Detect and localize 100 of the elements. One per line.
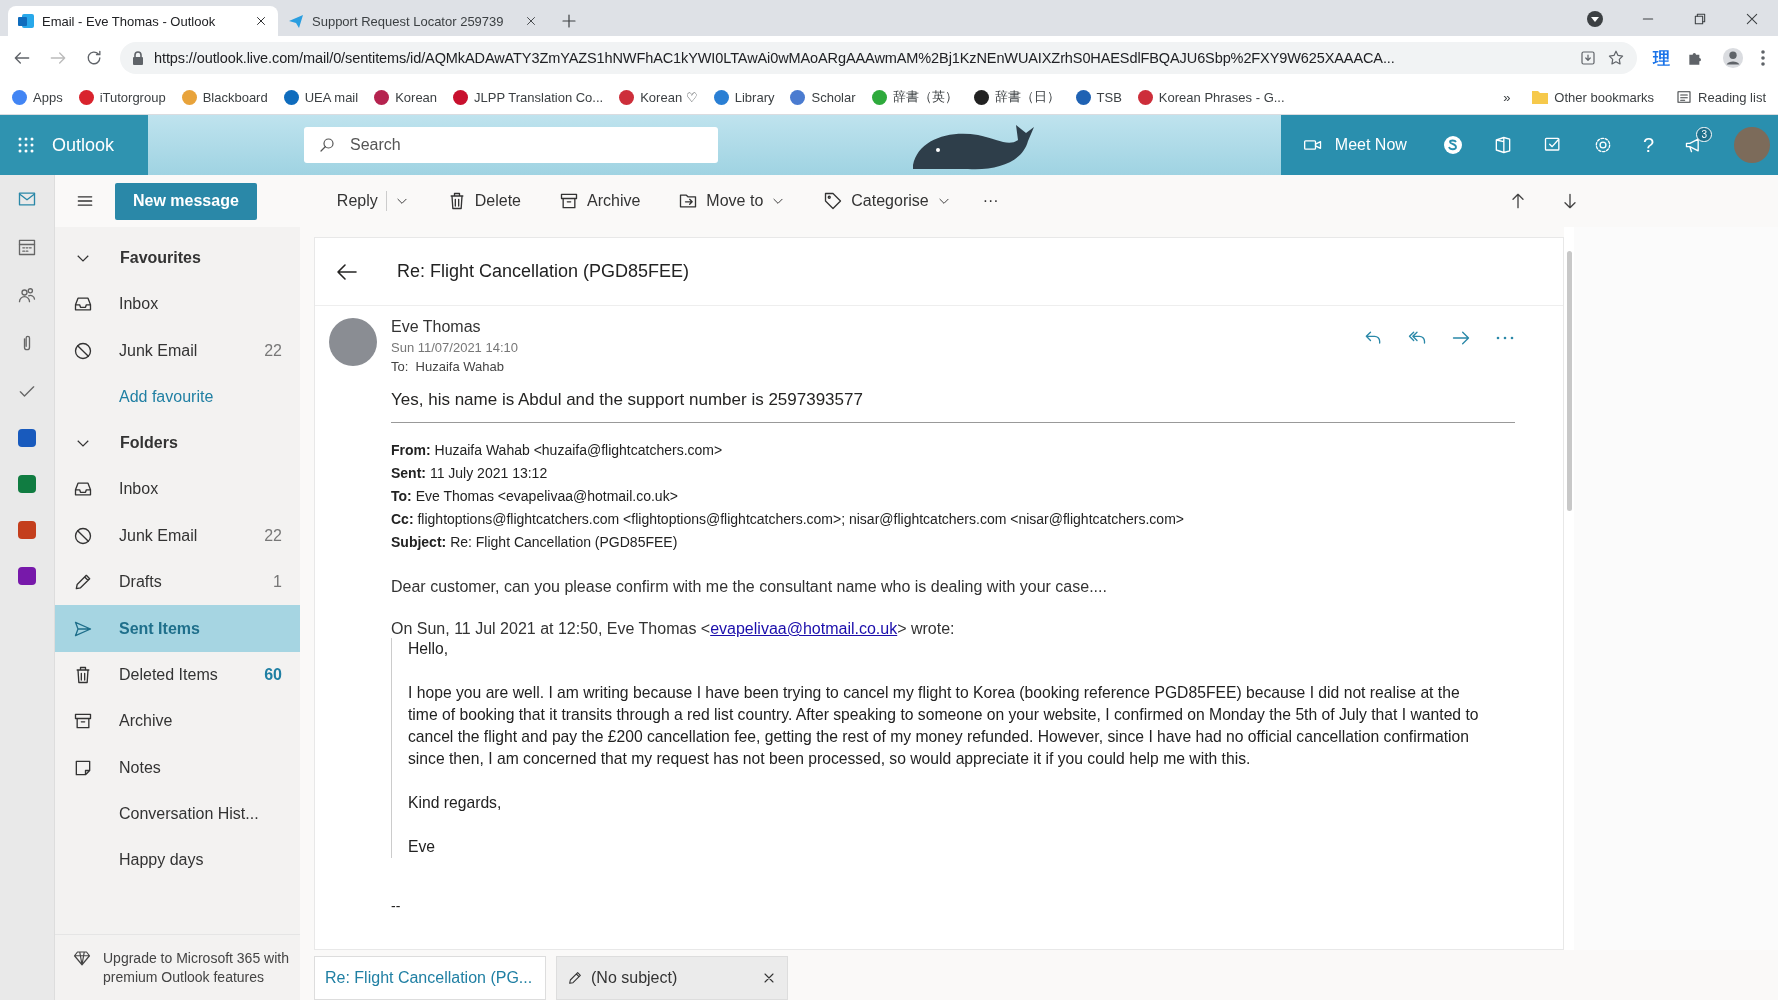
- message-tab[interactable]: (No subject): [556, 956, 788, 1000]
- bookmark-star-icon[interactable]: [1607, 49, 1625, 67]
- toolbar-button[interactable]: Delete: [440, 190, 527, 212]
- extension-button[interactable]: 理: [1653, 46, 1670, 70]
- folder-item[interactable]: Add favourite: [55, 373, 300, 421]
- folder-item[interactable]: Conversation Hist...: [55, 790, 300, 838]
- bookmark[interactable]: Korean ♡: [619, 89, 698, 105]
- quoted-paragraph: Kind regards,: [408, 793, 503, 813]
- profile-icon[interactable]: [1722, 47, 1744, 69]
- browser-tab[interactable]: Support Request Locator 259739: [278, 6, 548, 36]
- folder-item[interactable]: Sent Items: [55, 605, 300, 652]
- sent-date: Sun 11/07/2021 14:10: [391, 340, 518, 355]
- email-subject: Re: Flight Cancellation (PGD85FEE): [397, 261, 690, 282]
- header-line: Subject: Re: Flight Cancellation (PGD85FEE): [391, 533, 679, 552]
- quote-intro: On Sun, 11 Jul 2021 at 12:50, Eve Thomas <evapelivaa@hotmail.co.uk> wrote:: [391, 620, 956, 638]
- bookmark[interactable]: TSB: [1075, 89, 1122, 105]
- bookmark[interactable]: iTutorgroup: [78, 89, 166, 105]
- email-link[interactable]: evapelivaa@hotmail.co.uk: [710, 620, 898, 637]
- search-icon: [318, 136, 336, 154]
- blocked-icon: [73, 525, 93, 546]
- header-line: From: Huzaifa Wahab <huzaifa@flightcatchers.com>: [391, 441, 724, 460]
- bookmark[interactable]: 辞書（英）: [871, 88, 958, 106]
- search-field[interactable]: Search: [304, 127, 718, 163]
- close-icon[interactable]: [254, 14, 268, 28]
- app-icon[interactable]: [18, 475, 36, 493]
- bookmark[interactable]: UEA mail: [283, 89, 359, 105]
- folder-item[interactable]: Junk Email 22: [55, 327, 300, 374]
- paper-plane-icon: [288, 13, 304, 29]
- address-bar[interactable]: https://outlook.live.com/mail/0/sentitems/id/AQMkADAwATY3ZmYAZS1hNWFhAC1kYWI0LTAwAi0wMAoARgAAAwmAM%2Bj1KzNEnWUAIXZrhS0HAESdlFBQAJU6Sbp%2FXY9W625XAAACA...: [120, 42, 1637, 74]
- blocked-icon: [73, 340, 93, 361]
- app-launcher-icon[interactable]: [18, 137, 34, 153]
- notification-badge: 3: [1696, 127, 1712, 142]
- reply-text: Yes, his name is Abdul and the support number is 2597393577: [391, 374, 1515, 423]
- calendar-icon[interactable]: [17, 237, 37, 257]
- folder-item[interactable]: Drafts 1: [55, 558, 300, 606]
- recipient-name: Huzaifa Wahab: [415, 359, 504, 374]
- folder-item[interactable]: Deleted Items 60: [55, 651, 300, 699]
- more-button[interactable]: ···: [982, 192, 999, 210]
- message-text: Dear customer, can you please confirm with me the consultant name who is dealing with your case....: [391, 578, 1108, 596]
- lock-icon: [132, 51, 144, 65]
- install-icon[interactable]: [1579, 49, 1597, 67]
- new-message-button[interactable]: New message: [115, 182, 257, 220]
- folder-count: 22: [263, 341, 283, 360]
- quoted-paragraph: Eve: [408, 837, 437, 857]
- header-line: Sent: 11 July 2021 13:12: [391, 464, 549, 483]
- folder-item[interactable]: Inbox: [55, 466, 300, 513]
- bookmark[interactable]: 辞書（日）: [973, 88, 1060, 106]
- close-icon[interactable]: [524, 14, 538, 28]
- bookmark-folder[interactable]: Other bookmarks: [1532, 89, 1655, 105]
- bookmark[interactable]: Blackboard: [181, 89, 268, 105]
- restore-icon[interactable]: [1692, 11, 1708, 27]
- app-icon[interactable]: [18, 521, 36, 539]
- archive-icon: [559, 191, 579, 211]
- bookmark[interactable]: Apps: [12, 89, 63, 105]
- menu-icon[interactable]: [1760, 48, 1766, 68]
- folder-section-header[interactable]: Favourites: [55, 235, 300, 281]
- toolbar-button[interactable]: Categorise: [817, 190, 957, 212]
- message-tab[interactable]: Re: Flight Cancellation (PG...: [314, 956, 546, 1000]
- people-icon[interactable]: [17, 285, 37, 305]
- meet-now-button[interactable]: Meet Now: [1296, 134, 1413, 156]
- list-icon: [1676, 89, 1693, 105]
- to-label: To:: [391, 359, 409, 374]
- help-button[interactable]: ?: [1642, 133, 1654, 157]
- app-icon[interactable]: [18, 567, 36, 585]
- close-icon[interactable]: [1744, 11, 1760, 27]
- bookmark[interactable]: Korean: [374, 89, 438, 105]
- folder-count: 1: [272, 573, 283, 592]
- reading-list-button[interactable]: Reading list: [1676, 89, 1766, 105]
- quoted-paragraph: I hope you are well. I am writing because I have been trying to cancel my flight to Korea (booking reference PGD85FEE) because I did not realise at the time of booking that it transits through a red list country. After speaking to someone on your website, I confirmed on Monday the 5th of July that I wanted to cancel the flight and pay the £200 cancellation fee, getting the rest of my money refunded. However, since I have had no official cancellation confirmation since then, I am concerned that my request has not been processed, so would appreciate it if you could help me with this.: [408, 683, 1480, 769]
- sender-name: Eve Thomas: [391, 318, 482, 336]
- signature-separator: --: [391, 898, 402, 914]
- more-bookmarks-button[interactable]: »: [1503, 89, 1511, 105]
- browser-tab[interactable]: Email - Eve Thomas - Outlook: [8, 6, 278, 36]
- pencil-icon: [567, 970, 583, 986]
- bookmark[interactable]: JLPP Translation Co...: [453, 89, 604, 105]
- bookmark[interactable]: Korean Phrases - G...: [1137, 89, 1285, 105]
- folder-item[interactable]: Inbox: [55, 281, 300, 328]
- upgrade-link[interactable]: Upgrade to Microsoft 365 with premium Outlook features: [103, 948, 290, 988]
- profile-dropdown-icon[interactable]: [1586, 10, 1604, 28]
- folder-item[interactable]: Notes: [55, 744, 300, 791]
- new-tab-icon[interactable]: [560, 12, 578, 30]
- tag-icon: [823, 191, 844, 211]
- toolbar-button[interactable]: Reply: [330, 190, 415, 212]
- folder-item[interactable]: Happy days: [55, 837, 300, 884]
- folder-item[interactable]: Junk Email 22: [55, 512, 300, 559]
- scrollbar-thumb[interactable]: [1566, 251, 1572, 511]
- skype-icon[interactable]: [1442, 135, 1463, 155]
- folder-item[interactable]: Archive: [55, 698, 300, 745]
- bookmark[interactable]: Scholar: [790, 89, 856, 105]
- header-line: To: Eve Thomas <evapelivaa@hotmail.co.uk>: [391, 487, 679, 506]
- url-text: https://outlook.live.com/mail/0/sentitems/id/AQMkADAwATY3ZmYAZS1hNWFhAC1kYWI0LTAwAi0wMAoARgAAAwmAM%2Bj1KzNEnWUAIXZrhS0HAESdlFBQAJU6Sbp%2FXY9W625XAAACA...: [154, 50, 1396, 66]
- folder-icon: [1532, 90, 1549, 104]
- folder-section-header[interactable]: Folders: [55, 420, 300, 467]
- folder-count: 22: [263, 526, 283, 545]
- app-icon[interactable]: [18, 429, 36, 447]
- toolbar-button[interactable]: Move to: [672, 190, 792, 212]
- bookmark[interactable]: Library: [713, 89, 775, 105]
- app-name[interactable]: Outlook: [52, 134, 115, 156]
- header-line: Cc: flightoptions@flightcatchers.com <flightoptions@flightcatchers.com>; nisar@flightcatchers.com <nisar@flightcatchers.com>: [391, 510, 1185, 529]
- toolbar-button[interactable]: Archive: [553, 190, 647, 212]
